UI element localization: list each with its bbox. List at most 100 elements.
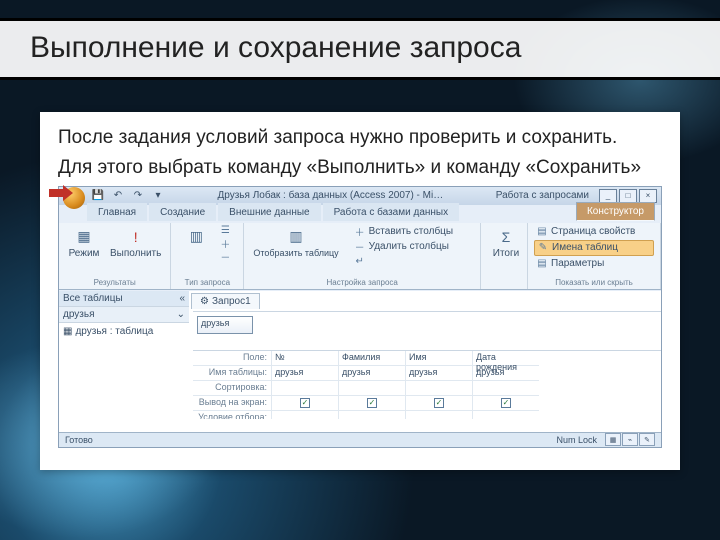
insertcol-label: Вставить столбцы (369, 226, 453, 237)
close-button[interactable]: × (639, 189, 657, 203)
grid-cell[interactable] (406, 411, 472, 419)
view-sql-button[interactable]: ⌁ (622, 433, 638, 446)
show-checkbox[interactable]: ✓ (367, 398, 377, 408)
design-col-2[interactable]: Имядрузья ✓ (405, 351, 472, 419)
ribbon-group-querytype: ▥ ☰ ＋ － Тип запроса (171, 223, 244, 289)
access-window: 💾 ↶ ↷ ▾ Друзья Лобак : база данных (Acce… (58, 186, 662, 448)
totals-button[interactable]: Σ Итоги (487, 225, 525, 261)
show-checkbox[interactable]: ✓ (501, 398, 511, 408)
tablenames-button[interactable]: ✎Имена таблиц (534, 240, 654, 256)
grid-cell[interactable]: ✓ (272, 396, 338, 411)
delete-columns-button[interactable]: －Удалить столбцы (352, 240, 455, 254)
run-button[interactable]: ! Выполнить (107, 225, 164, 261)
insert-columns-button[interactable]: ＋Вставить столбцы (352, 225, 455, 239)
grid-cell[interactable]: друзья (473, 366, 539, 381)
run-icon: ! (134, 229, 138, 245)
status-numlock: Num Lock (556, 435, 597, 445)
setup-group-label: Настройка запроса (250, 277, 474, 287)
tables-area[interactable]: друзья (193, 312, 661, 351)
body-para-2: Для этого выбрать команду «Выполнить» и … (58, 156, 662, 180)
grid-cell[interactable]: Дата рождения (473, 351, 539, 366)
grid-cell[interactable] (339, 411, 405, 419)
results-group-label: Результаты (65, 277, 164, 287)
run-label: Выполнить (110, 248, 161, 259)
rowlabel-table: Имя таблицы: (193, 366, 271, 381)
params-button[interactable]: ▤Параметры (534, 257, 654, 271)
view-design-button[interactable]: ✎ (639, 433, 655, 446)
pointer-arrow-icon (49, 183, 75, 203)
tab-design[interactable]: Конструктор (576, 202, 655, 221)
grid-cell[interactable]: ✓ (406, 396, 472, 411)
nav-item-table[interactable]: ▦ друзья : таблица (59, 323, 189, 340)
ribbon-group-results: ▦ Режим ! Выполнить Результаты (59, 223, 171, 289)
show-checkbox[interactable]: ✓ (434, 398, 444, 408)
redo-icon[interactable]: ↷ (131, 189, 145, 203)
tab-home[interactable]: Главная (87, 203, 147, 221)
design-col-0[interactable]: №друзья ✓ (271, 351, 338, 419)
grid-cell[interactable] (473, 411, 539, 419)
tab-external[interactable]: Внешние данные (218, 203, 320, 221)
maximize-button[interactable]: □ (619, 189, 637, 203)
params-label: Параметры (551, 258, 604, 269)
querytype-icon-2[interactable]: ＋ (219, 238, 231, 250)
showtable-label: Отобразить таблицу (253, 248, 338, 258)
grid-cell[interactable] (272, 411, 338, 419)
minimize-button[interactable]: _ (599, 189, 617, 203)
qat-dropdown-icon[interactable]: ▾ (151, 189, 165, 203)
query-designer: друзья Поле: Имя таблицы: Сортировка: Вы… (193, 311, 661, 419)
grid-cell[interactable] (272, 381, 338, 396)
nav-item-label: друзья : таблица (75, 326, 153, 337)
rowlabel-sort: Сортировка: (193, 381, 271, 396)
ribbon-group-totals: Σ Итоги (481, 223, 528, 289)
grid-cell[interactable]: Фамилия (339, 351, 405, 366)
slide-title: Выполнение и сохранение запроса (0, 18, 720, 80)
grid-cell[interactable] (473, 381, 539, 396)
nav-pane: Все таблицы « друзья ⌄ ▦ друзья : таблиц… (59, 291, 190, 433)
tab-dbtools[interactable]: Работа с базами данных (323, 203, 460, 221)
grid-cell[interactable]: Имя (406, 351, 472, 366)
slide-body: После задания условий запроса нужно пров… (40, 112, 680, 470)
save-icon[interactable]: 💾 (91, 189, 105, 203)
tab-strip: Главная Создание Внешние данные Работа с… (59, 203, 661, 221)
grid-cell[interactable]: № (272, 351, 338, 366)
view-button[interactable]: ▦ Режим (65, 225, 103, 261)
doc-tab[interactable]: ⚙ Запрос1 (191, 293, 260, 309)
status-left: Готово (65, 435, 93, 445)
nav-header[interactable]: Все таблицы « (59, 291, 189, 307)
tab-create[interactable]: Создание (149, 203, 216, 221)
grid-cell[interactable]: ✓ (339, 396, 405, 411)
grid-cell[interactable] (406, 381, 472, 396)
design-col-1[interactable]: Фамилиядрузья ✓ (338, 351, 405, 419)
show-checkbox[interactable]: ✓ (300, 398, 310, 408)
querytype-icon-3[interactable]: － (219, 251, 231, 263)
design-columns: №друзья✓Фамилиядрузья✓Имядрузья✓Дата рож… (271, 351, 661, 419)
tablenames-icon: ✎ (537, 242, 549, 254)
source-table[interactable]: друзья (197, 316, 253, 334)
delete-col-icon: － (354, 241, 366, 253)
querytype-icon-1[interactable]: ☰ (219, 225, 231, 237)
nav-group[interactable]: друзья ⌄ (59, 307, 189, 323)
grid-cell[interactable]: друзья (406, 366, 472, 381)
table-item-icon: ▦ (63, 326, 72, 337)
undo-icon[interactable]: ↶ (111, 189, 125, 203)
propsheet-button[interactable]: ▤Страница свойств (534, 225, 654, 239)
grid-cell[interactable]: ✓ (473, 396, 539, 411)
nav-collapse-icon[interactable]: « (179, 293, 185, 304)
grid-cell[interactable] (339, 381, 405, 396)
rowlabel-criteria: Условие отбора: (193, 411, 271, 419)
design-col-3[interactable]: Дата рождениядрузья ✓ (472, 351, 539, 419)
rowlabel-field: Поле: (193, 351, 271, 366)
nav-group-label: друзья (63, 309, 95, 320)
sheet-icon: ▤ (536, 226, 548, 238)
showtable-button[interactable]: ▥ Отобразить таблицу (250, 225, 341, 269)
params-icon: ▤ (536, 258, 548, 270)
table-icon: ▥ (186, 227, 206, 247)
returns-button[interactable]: ↵ (352, 255, 455, 269)
select-query-button[interactable]: ▥ (177, 225, 215, 249)
grid-cell[interactable]: друзья (272, 366, 338, 381)
view-datasheet-button[interactable]: ▦ (605, 433, 621, 446)
propsheet-label: Страница свойств (551, 226, 635, 237)
rowlabel-show: Вывод на экран: (193, 396, 271, 411)
view-label: Режим (69, 248, 100, 259)
grid-cell[interactable]: друзья (339, 366, 405, 381)
